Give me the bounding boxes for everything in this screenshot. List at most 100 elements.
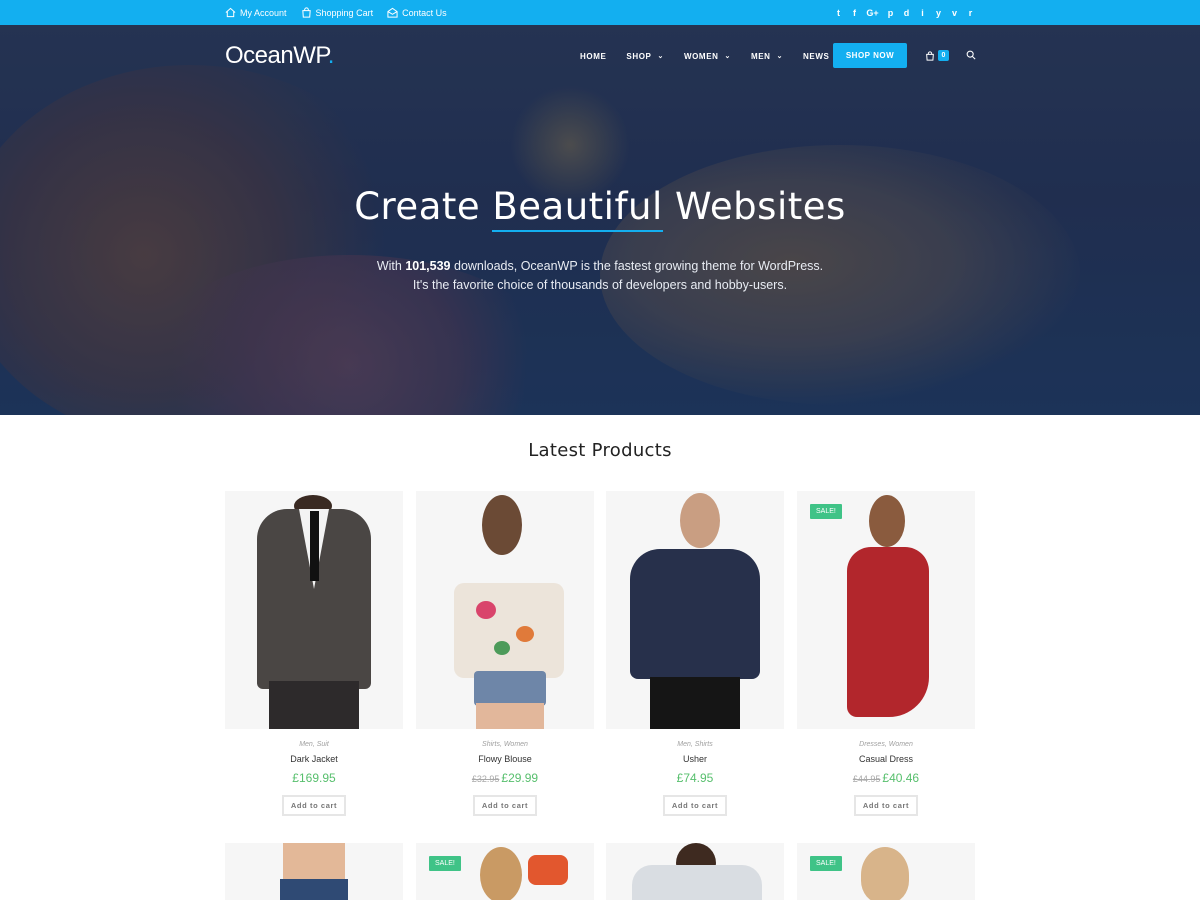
price-current: £74.95 [676, 771, 714, 785]
shop-now-button[interactable]: SHOP NOW [833, 43, 907, 68]
dribbble-icon[interactable]: d [902, 8, 911, 18]
product-image[interactable]: SALE! [797, 843, 975, 900]
twitter-icon[interactable]: t [834, 8, 843, 18]
nav-item-men[interactable]: MEN ⌄ [751, 52, 783, 61]
product-categories[interactable]: Men, Suit [225, 741, 403, 748]
bag-icon [301, 7, 311, 18]
product-image[interactable] [606, 843, 784, 900]
logo-dot: . [327, 42, 335, 69]
product-price: £169.95 [225, 771, 403, 785]
price-current: £29.99 [501, 771, 539, 785]
product-categories[interactable]: Shirts, Women [416, 741, 594, 748]
envelope-icon [387, 7, 398, 18]
site-logo[interactable]: OceanWP. [225, 42, 334, 70]
nav-label: HOME [580, 51, 607, 61]
price-old: £32.95 [471, 774, 500, 784]
model-head [861, 847, 909, 900]
product-card[interactable]: Men, Suit Dark Jacket £169.95 Add to car… [225, 491, 403, 816]
sale-badge: SALE! [810, 504, 842, 519]
product-categories[interactable]: Men, Shirts [606, 741, 784, 748]
orange-glove-shape [528, 855, 568, 885]
contact-us-link[interactable]: Contact Us [387, 7, 447, 18]
shopping-cart-link[interactable]: Shopping Cart [301, 7, 374, 18]
my-account-label: My Account [240, 7, 287, 18]
price-current: £40.46 [882, 771, 920, 785]
flower-pattern [516, 626, 534, 642]
add-to-cart-button[interactable]: Add to cart [282, 795, 346, 816]
header-cart[interactable]: 0 [925, 50, 949, 61]
chevron-down-icon: ⌄ [724, 53, 731, 60]
product-image[interactable] [606, 491, 784, 729]
latest-products-title: Latest Products [528, 440, 672, 461]
main-nav: HOME SHOP ⌄ WOMEN ⌄ MEN ⌄ NEWS [580, 43, 849, 69]
product-price: £44.95 £40.46 [797, 771, 975, 785]
model-head [482, 495, 522, 555]
product-card[interactable]: Men, Shirts Usher £74.95 Add to cart [606, 491, 784, 816]
chevron-down-icon: ⌄ [776, 53, 784, 60]
nav-item-shop[interactable]: SHOP ⌄ [626, 52, 664, 61]
shopping-cart-label: Shopping Cart [315, 7, 374, 18]
logo-text: OceanWP [225, 42, 328, 69]
google-plus-icon[interactable]: G+ [866, 8, 879, 18]
flower-pattern [494, 641, 510, 655]
product-image[interactable] [225, 843, 403, 900]
add-to-cart-button[interactable]: Add to cart [854, 795, 918, 816]
model-head [869, 495, 905, 547]
hero-title-part: Websites [662, 185, 846, 228]
sale-badge: SALE! [810, 856, 842, 871]
youtube-icon[interactable]: y [934, 8, 943, 18]
nav-label: WOMEN [683, 51, 719, 61]
red-dress-shape [847, 547, 929, 717]
nav-item-home[interactable]: HOME [580, 52, 606, 61]
tie-shape [310, 511, 319, 581]
contact-us-label: Contact Us [402, 7, 447, 18]
facebook-icon[interactable]: f [850, 8, 859, 18]
pinterest-icon[interactable]: p [886, 8, 895, 18]
cart-count-badge: 0 [938, 50, 949, 61]
floral-blouse-shape [454, 583, 564, 678]
top-bar-links: My Account Shopping Cart Contact Us [225, 0, 447, 25]
model-head [480, 847, 522, 900]
flower-pattern [476, 601, 496, 619]
jeans-shape [280, 879, 348, 900]
top-bar: My Account Shopping Cart Contact Us t f … [0, 0, 1200, 25]
product-card[interactable]: Shirts, Women Flowy Blouse £32.95 £29.99 … [416, 491, 594, 816]
chevron-down-icon: ⌄ [657, 53, 664, 60]
search-icon[interactable] [966, 50, 976, 60]
model-head [680, 493, 720, 548]
vimeo-icon[interactable]: v [950, 8, 959, 18]
legs-shape [476, 703, 544, 729]
price-old: £44.95 [852, 774, 881, 784]
hero-title-part: Create [354, 185, 493, 228]
hero-title-underlined: Beautiful [492, 185, 663, 232]
price-current: £169.95 [292, 771, 336, 785]
hero-title: Create Beautiful Websites [0, 185, 1200, 232]
nav-item-news[interactable]: NEWS [803, 52, 829, 61]
instagram-icon[interactable]: i [918, 8, 927, 18]
nav-item-women[interactable]: WOMEN ⌄ [684, 52, 731, 61]
nav-label: SHOP [626, 51, 652, 61]
sale-badge: SALE! [429, 856, 461, 871]
product-name[interactable]: Casual Dress [797, 754, 975, 764]
denim-shorts-shape [474, 671, 546, 706]
rss-icon[interactable]: r [966, 8, 975, 18]
nav-label: MEN [750, 51, 771, 61]
product-image[interactable]: SALE! [416, 843, 594, 900]
product-card[interactable]: SALE! Dresses, Women Casual Dress £44.95… [797, 491, 975, 816]
navy-shirt-shape [630, 549, 760, 679]
product-name[interactable]: Flowy Blouse [416, 754, 594, 764]
product-name[interactable]: Dark Jacket [225, 754, 403, 764]
download-count: 101,539 [405, 259, 451, 273]
my-account-link[interactable]: My Account [225, 7, 287, 18]
product-price: £32.95 £29.99 [416, 771, 594, 785]
nav-label: NEWS [803, 51, 830, 61]
hero-subtitle-line2: It's the favorite choice of thousands of… [412, 278, 788, 292]
product-image[interactable] [416, 491, 594, 729]
trousers-shape [269, 681, 359, 729]
product-categories[interactable]: Dresses, Women [797, 741, 975, 748]
product-image[interactable] [225, 491, 403, 729]
product-image[interactable]: SALE! [797, 491, 975, 729]
add-to-cart-button[interactable]: Add to cart [473, 795, 537, 816]
product-name[interactable]: Usher [606, 754, 784, 764]
add-to-cart-button[interactable]: Add to cart [663, 795, 727, 816]
